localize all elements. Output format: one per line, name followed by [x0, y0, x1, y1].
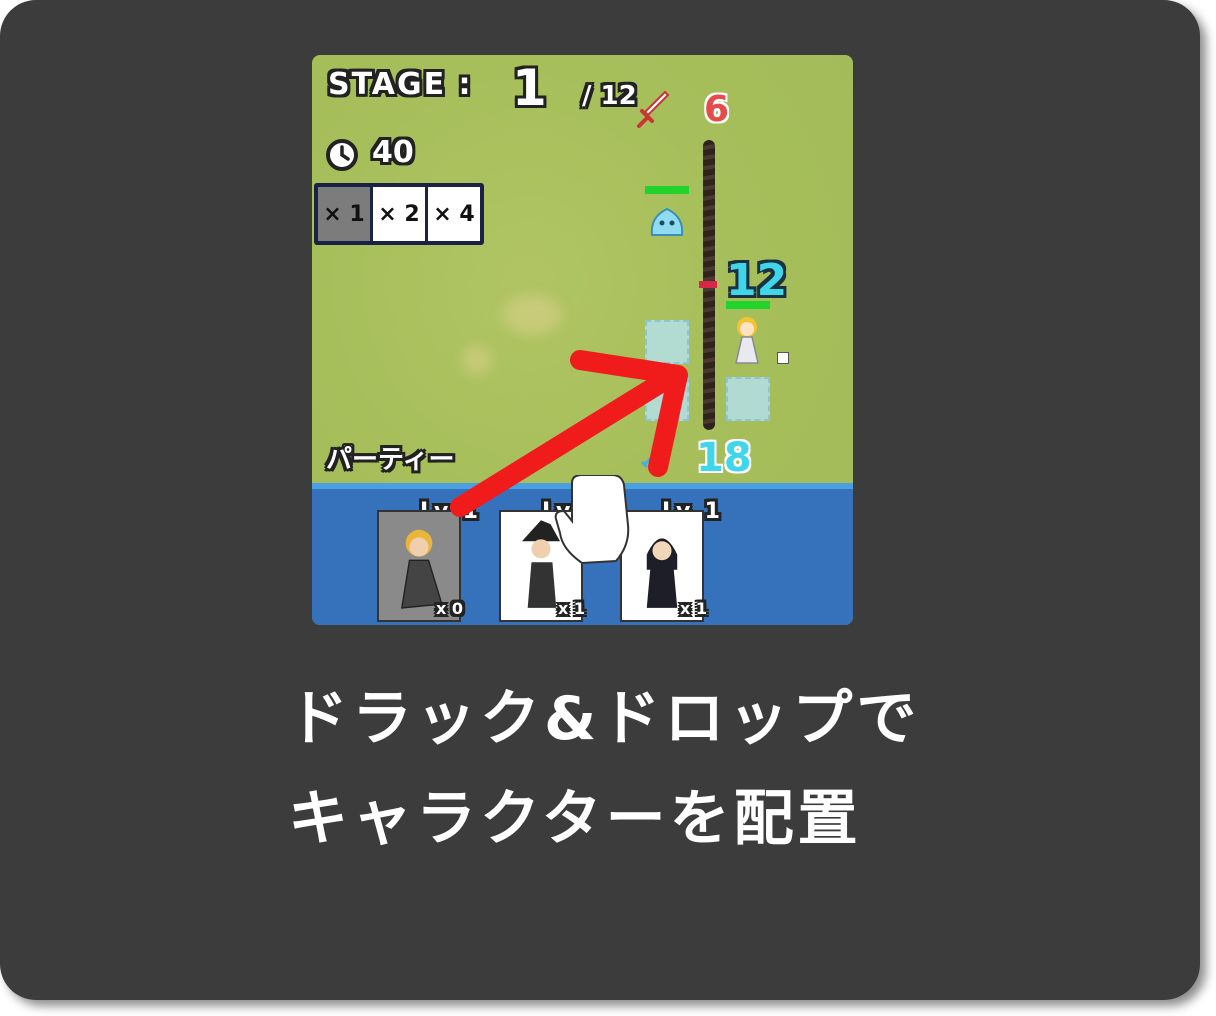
- hand-cursor-icon: [554, 475, 630, 565]
- sword-icon: [640, 452, 657, 469]
- stage-label: STAGE :: [328, 67, 473, 102]
- party-power: 18: [696, 435, 752, 481]
- stage-number: 1: [512, 59, 547, 117]
- pole-marker: [699, 281, 717, 288]
- ally-indicator: [777, 352, 789, 364]
- ally-character: [735, 317, 759, 364]
- clock-icon: [326, 139, 358, 171]
- field-patch: [462, 345, 492, 375]
- card-count: x 0: [436, 599, 464, 618]
- speed-x2-button[interactable]: × 2: [373, 187, 425, 241]
- party-label: パーティー: [326, 445, 455, 475]
- caption-line-1: ドラック&ドロップで: [288, 684, 921, 754]
- drop-slot[interactable]: [645, 320, 689, 364]
- enemy-power: 6: [704, 89, 730, 130]
- speed-x1-button[interactable]: × 1: [318, 187, 370, 241]
- speed-x4-button[interactable]: × 4: [428, 187, 480, 241]
- card-count: x 1: [680, 599, 708, 618]
- ally-power: 12: [726, 255, 788, 306]
- ally-hp-bar: [726, 301, 770, 309]
- stage-total: / 12: [582, 81, 637, 111]
- feature-card: STAGE : 1 / 12 40 × 1 × 2 × 4 6 12 パーティー…: [0, 0, 1200, 1000]
- field-patch: [502, 295, 562, 335]
- speed-selector: × 1 × 2 × 4: [314, 183, 484, 245]
- sword-icon: [637, 91, 670, 128]
- game-screen: STAGE : 1 / 12 40 × 1 × 2 × 4 6 12 パーティー…: [312, 55, 853, 625]
- slime-enemy: [650, 207, 684, 236]
- timer-value: 40: [372, 135, 414, 170]
- drop-slot[interactable]: [645, 377, 689, 421]
- card-count: x 1: [558, 599, 586, 618]
- caption-line-2: キャラクターを配置: [288, 784, 862, 854]
- enemy-hp-bar: [645, 186, 689, 194]
- drop-slot[interactable]: [726, 377, 770, 421]
